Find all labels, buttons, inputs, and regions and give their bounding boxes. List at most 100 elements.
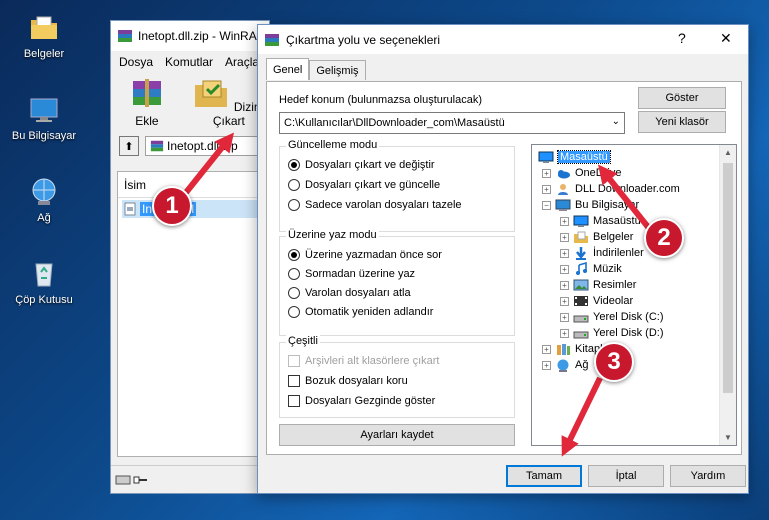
overwrite-option-skip[interactable]: Varolan dosyaları atla <box>288 287 411 299</box>
tree-node[interactable]: + OneDrive <box>542 165 621 181</box>
update-mode-group: Güncelleme modu Dosyaları çıkart ve deği… <box>279 139 515 232</box>
misc-option-keep-broken[interactable]: Bozuk dosyaları koru <box>288 375 408 387</box>
close-button[interactable]: ✕ <box>720 30 732 47</box>
tree-node-label: Bu Bilgisayar <box>575 199 640 211</box>
expand-icon[interactable]: + <box>560 264 569 274</box>
desktop-icon-label: Bu Bilgisayar <box>11 130 77 142</box>
checkbox[interactable] <box>288 355 300 367</box>
tree-node[interactable]: + Müzik <box>560 261 622 277</box>
desktop-icon-cop-kutusu[interactable]: Çöp Kutusu <box>6 258 82 306</box>
extraction-dialog: Çıkartma yolu ve seçenekleri ? ✕ Genel G… <box>257 24 749 494</box>
dialog-tabs: Genel Gelişmiş <box>266 58 366 80</box>
address-field[interactable]: Inetopt.dll.zip <box>145 136 269 156</box>
option-label: Dosyaları Gezginde göster <box>305 395 436 407</box>
overwrite-option-rename[interactable]: Otomatik yeniden adlandır <box>288 306 433 318</box>
tree-scrollbar[interactable]: ▲ ▼ <box>719 145 736 445</box>
radio-button[interactable] <box>288 179 300 191</box>
destination-path-value: C:\Kullanıcılar\DllDownloader_com\Masaüs… <box>284 117 505 129</box>
expand-icon[interactable]: + <box>542 168 551 178</box>
tree-node[interactable]: + DLL Downloader.com <box>542 181 680 197</box>
desktop-icon-belgeler[interactable]: Belgeler <box>6 12 82 60</box>
option-label: Sadece varolan dosyaları tazele <box>305 199 462 211</box>
expand-icon[interactable]: + <box>542 360 551 370</box>
expand-icon[interactable]: + <box>560 280 569 290</box>
collapse-icon[interactable]: − <box>542 200 551 210</box>
expand-icon[interactable]: + <box>560 328 569 338</box>
up-folder-button[interactable]: ⬆ <box>119 136 139 156</box>
scroll-down-icon[interactable]: ▼ <box>724 433 732 442</box>
desktop-icon-bu-bilgisayar[interactable]: Bu Bilgisayar <box>6 94 82 142</box>
scroll-thumb[interactable] <box>723 163 733 393</box>
show-button[interactable]: Göster <box>638 87 726 109</box>
option-label: Sormadan üzerine yaz <box>305 268 416 280</box>
tree-node[interactable]: + İndirilenler <box>560 245 644 261</box>
ok-button[interactable]: Tamam <box>506 465 582 487</box>
column-header-name[interactable]: İsim <box>118 172 268 198</box>
expand-icon[interactable]: + <box>542 344 551 354</box>
winrar-addressbar: ⬆ Inetopt.dll.zip <box>111 133 269 159</box>
drive-icon <box>573 331 589 339</box>
tree-node[interactable]: + Resimler <box>560 277 636 293</box>
tree-node[interactable]: + Ağ <box>542 357 588 373</box>
tree-node-label: Masaüstü <box>593 215 641 227</box>
cancel-button[interactable]: İptal <box>588 465 664 487</box>
help-title-button[interactable]: ? <box>678 30 686 46</box>
tree-node-label: Belgeler <box>593 231 634 243</box>
misc-option-show-explorer[interactable]: Dosyaları Gezginde göster <box>288 395 435 407</box>
address-value: Inetopt.dll.zip <box>167 139 238 153</box>
radio-button[interactable] <box>288 287 300 299</box>
scroll-up-icon[interactable]: ▲ <box>724 148 732 157</box>
file-row-selected[interactable]: Inetopt.dll <box>122 200 268 218</box>
tree-node[interactable]: − Bu Bilgisayar <box>542 197 639 213</box>
tab-genel[interactable]: Genel <box>266 58 310 80</box>
dll-file-icon <box>124 202 136 216</box>
update-option-freshen[interactable]: Sadece varolan dosyaları tazele <box>288 199 462 211</box>
desktop-icon-ag[interactable]: Ağ <box>6 176 82 224</box>
overwrite-option-ask[interactable]: Üzerine yazmadan önce sor <box>288 249 442 261</box>
destination-path-combo[interactable]: C:\Kullanıcılar\DllDownloader_com\Masaüs… <box>279 112 625 134</box>
radio-button[interactable] <box>288 249 300 261</box>
tree-node[interactable]: Masaüstü <box>538 149 611 165</box>
expand-icon[interactable]: + <box>560 232 569 242</box>
expand-icon[interactable]: + <box>542 184 551 194</box>
desktop-icon-label: Çöp Kutusu <box>15 294 73 306</box>
tree-node-label: Resimler <box>593 279 637 291</box>
radio-button[interactable] <box>288 306 300 318</box>
winrar-dialog-icon <box>265 33 279 46</box>
tree-node[interactable]: + Yerel Disk (D:) <box>560 325 664 341</box>
expand-icon[interactable]: + <box>560 312 569 322</box>
winrar-app-icon <box>118 30 132 42</box>
radio-button[interactable] <box>288 199 300 211</box>
checkbox[interactable] <box>288 395 300 407</box>
tree-node-label: Videolar <box>593 295 634 307</box>
tree-node[interactable]: + Videolar <box>560 293 633 309</box>
winrar-statusbar <box>111 465 269 493</box>
radio-button[interactable] <box>288 268 300 280</box>
winrar-window: Inetopt.dll.zip - WinRAR Dosya Komutlar … <box>110 20 270 494</box>
update-option-update[interactable]: Dosyaları çıkart ve güncelle <box>288 179 440 191</box>
dialog-titlebar[interactable]: Çıkartma yolu ve seçenekleri ? ✕ <box>258 25 748 54</box>
overwrite-option-silent[interactable]: Sormadan üzerine yaz <box>288 268 415 280</box>
help-button[interactable]: Yardım <box>670 465 746 487</box>
winrar-titlebar[interactable]: Inetopt.dll.zip - WinRAR <box>111 21 269 51</box>
tab-gelismis[interactable]: Gelişmiş <box>309 60 366 80</box>
chevron-down-icon[interactable]: ⌄ <box>612 116 620 127</box>
save-settings-button[interactable]: Ayarları kaydet <box>279 424 515 446</box>
expand-icon[interactable]: + <box>560 296 569 306</box>
add-button[interactable]: Ekle <box>123 77 171 131</box>
folder-tree[interactable]: ▲ ▼ Masaüstü + OneDrive + DLL Downloader.com… <box>531 144 737 446</box>
new-folder-button[interactable]: Yeni klasör <box>638 111 726 133</box>
expand-icon[interactable]: + <box>560 248 569 258</box>
tree-node[interactable]: + Masaüstü <box>560 213 641 229</box>
winrar-file-list[interactable]: İsim Inetopt.dll <box>117 171 269 457</box>
checkbox[interactable] <box>288 375 300 387</box>
menu-komutlar[interactable]: Komutlar <box>165 55 213 69</box>
misc-option-subfolders[interactable]: Arşivleri alt klasörlere çıkart <box>288 355 439 367</box>
radio-button[interactable] <box>288 159 300 171</box>
menu-dosya[interactable]: Dosya <box>119 55 153 69</box>
destination-label: Hedef konum (bulunmazsa oluşturulacak) <box>279 94 482 106</box>
update-option-replace[interactable]: Dosyaları çıkart ve değiştir <box>288 159 435 171</box>
tree-node[interactable]: + Yerel Disk (C:) <box>560 309 664 325</box>
tree-node[interactable]: + Belgeler <box>560 229 633 245</box>
expand-icon[interactable]: + <box>560 216 569 226</box>
